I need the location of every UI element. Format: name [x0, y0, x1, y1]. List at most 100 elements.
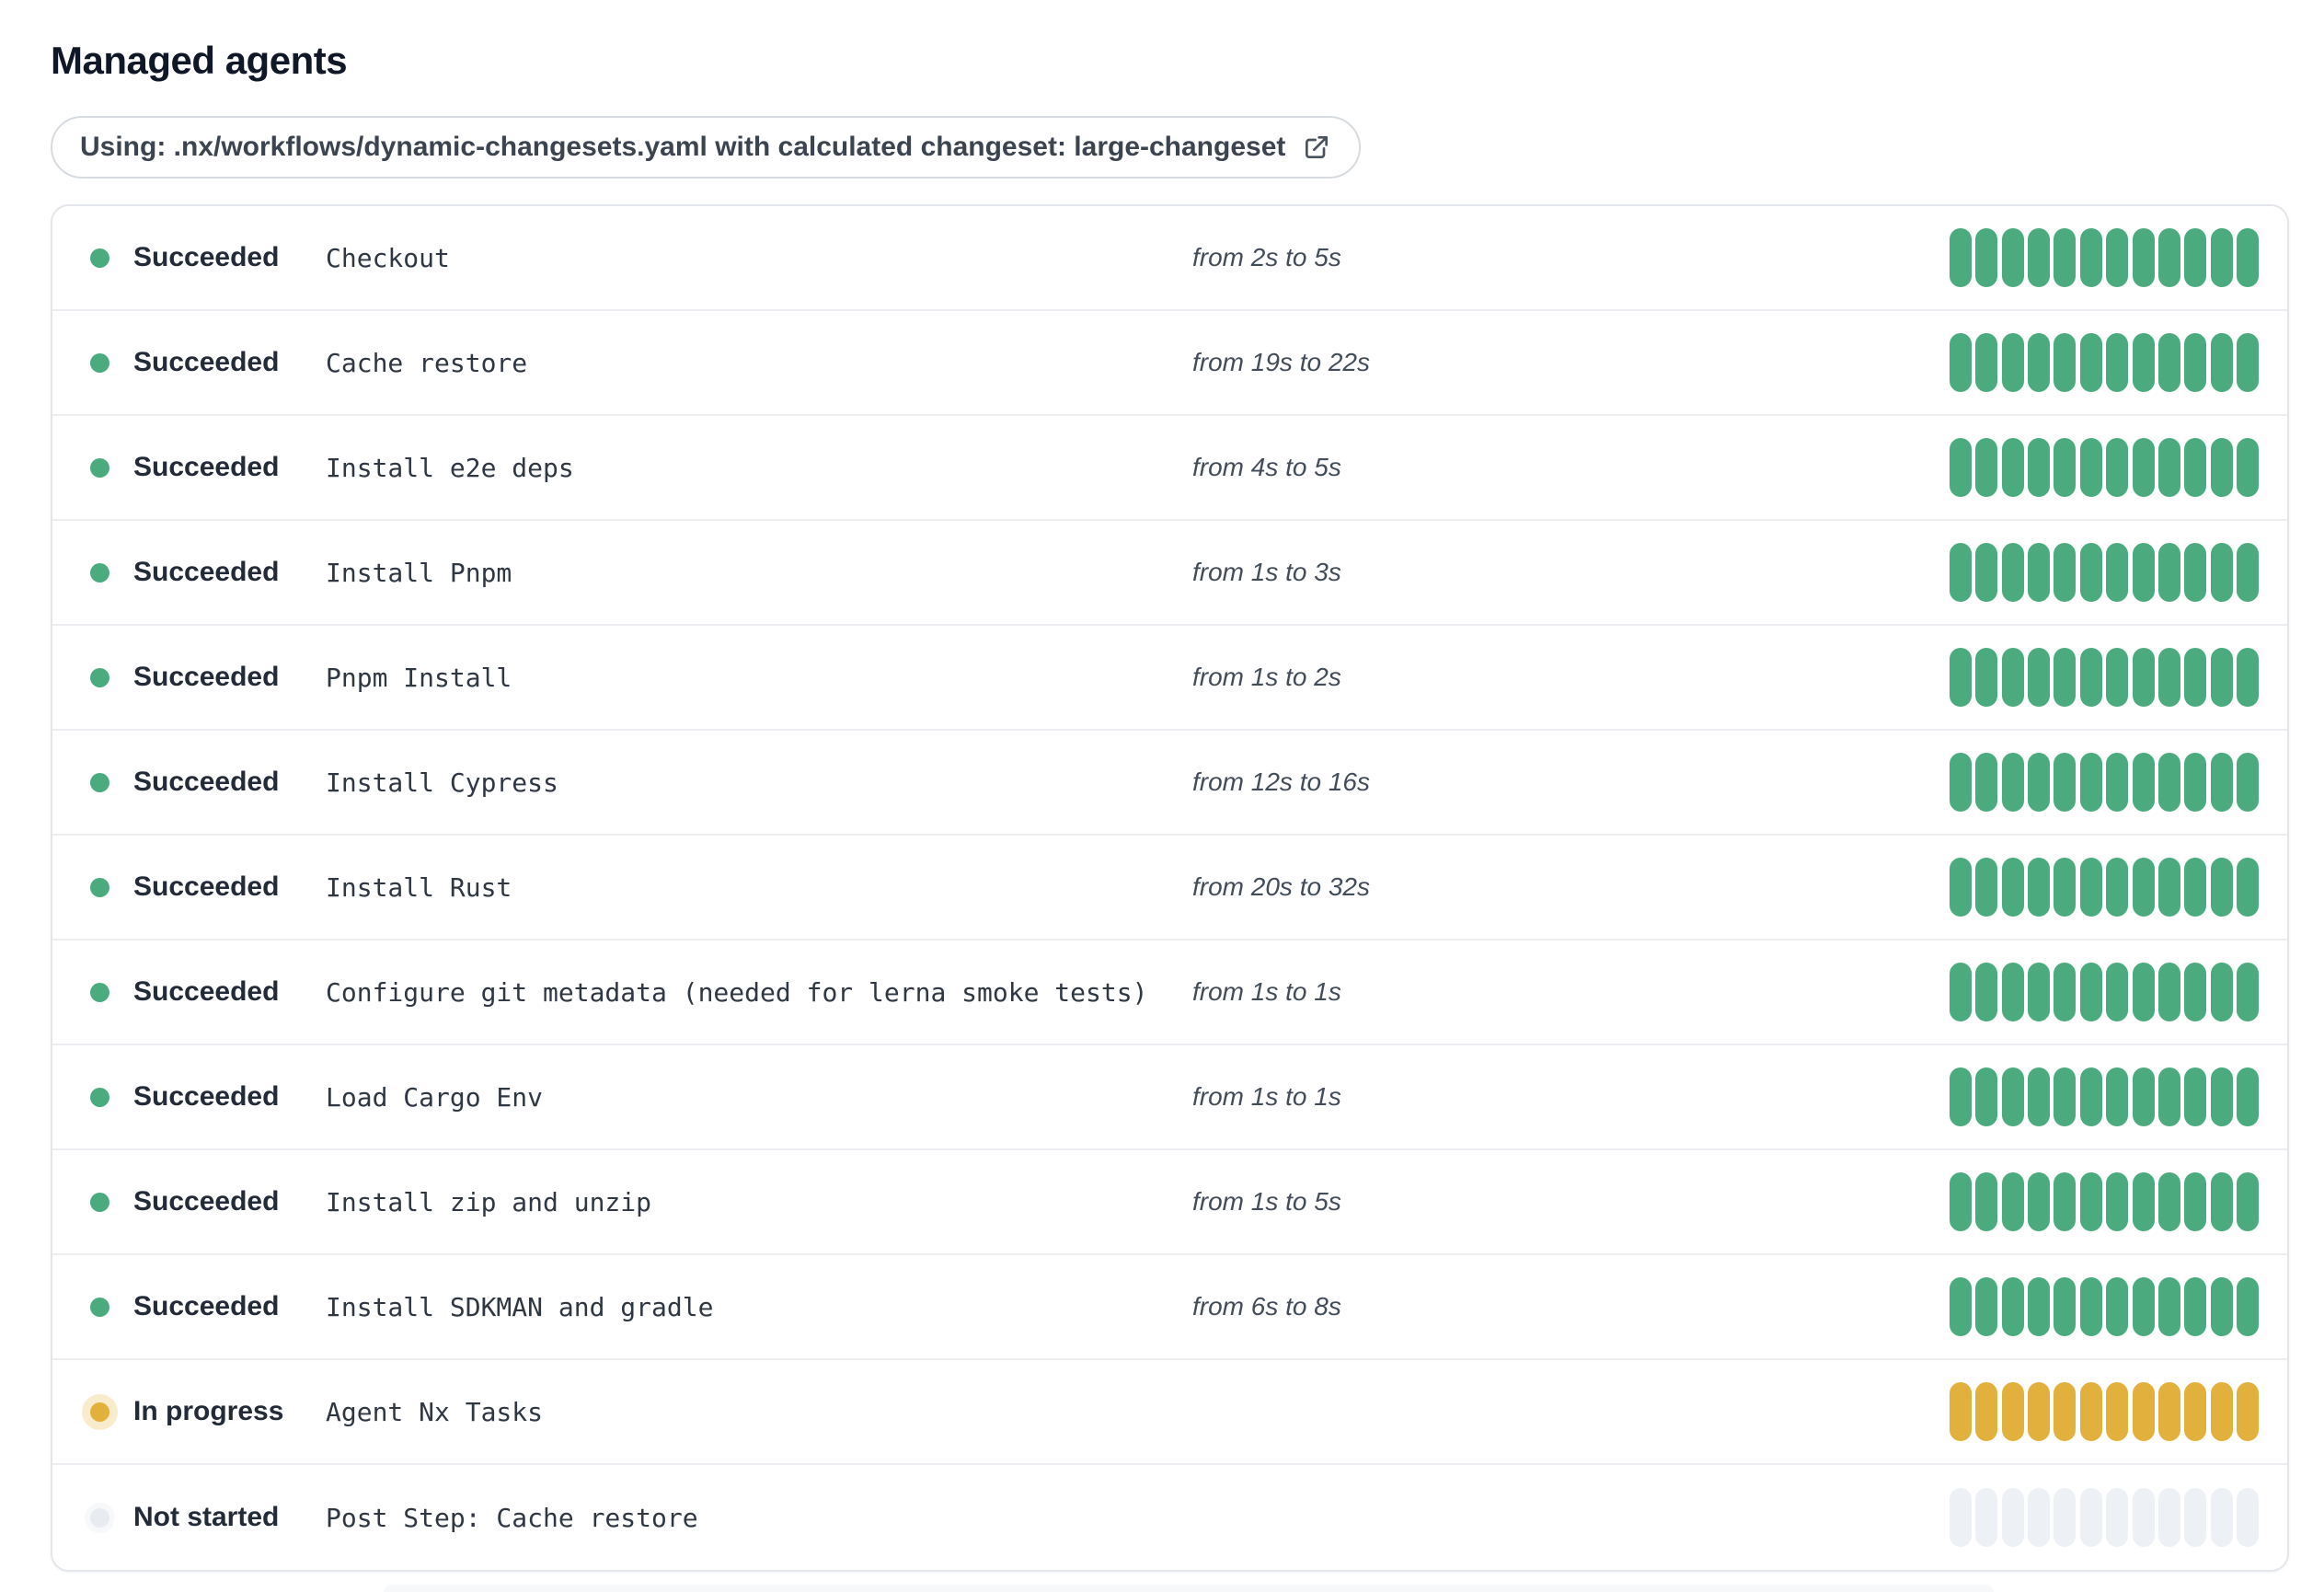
- agent-segment[interactable]: [2184, 228, 2207, 287]
- agent-segment[interactable]: [2054, 228, 2077, 287]
- agent-segment[interactable]: [2001, 1488, 2024, 1547]
- agent-segment[interactable]: [2236, 1067, 2259, 1126]
- agent-segment[interactable]: [1950, 1172, 1972, 1231]
- agent-segment[interactable]: [2157, 1172, 2180, 1231]
- agent-segment[interactable]: [2079, 1067, 2102, 1126]
- agent-segment[interactable]: [2157, 438, 2180, 497]
- agent-segment[interactable]: [2210, 963, 2233, 1021]
- agent-segment[interactable]: [2210, 543, 2233, 602]
- agent-segment[interactable]: [2132, 228, 2155, 287]
- agent-segment[interactable]: [2184, 648, 2207, 707]
- agent-segment[interactable]: [2157, 648, 2180, 707]
- agent-segment[interactable]: [2157, 858, 2180, 917]
- agent-segment[interactable]: [2132, 1067, 2155, 1126]
- agent-segment[interactable]: [2028, 648, 2051, 707]
- agent-segment[interactable]: [1975, 1277, 1998, 1336]
- agent-segment[interactable]: [2054, 1172, 2077, 1231]
- agent-segment[interactable]: [2132, 543, 2155, 602]
- agent-segment[interactable]: [2054, 858, 2077, 917]
- agent-segment[interactable]: [1975, 1382, 1998, 1441]
- agent-step-row[interactable]: Succeeded Install zip and unzip from 1s …: [52, 1150, 2287, 1255]
- agent-segment[interactable]: [2210, 1172, 2233, 1231]
- agent-segment[interactable]: [2079, 543, 2102, 602]
- agent-segment[interactable]: [1975, 228, 1998, 287]
- agent-segment[interactable]: [2106, 333, 2129, 392]
- agent-segment[interactable]: [2079, 1382, 2102, 1441]
- agent-segment[interactable]: [2079, 963, 2102, 1021]
- agent-segment[interactable]: [2132, 1488, 2155, 1547]
- agent-segment[interactable]: [2132, 753, 2155, 812]
- agent-segment[interactable]: [2001, 438, 2024, 497]
- agent-segment[interactable]: [2132, 1172, 2155, 1231]
- agent-segment[interactable]: [2184, 963, 2207, 1021]
- agent-segment[interactable]: [2028, 1172, 2051, 1231]
- agent-segment[interactable]: [2157, 1277, 2180, 1336]
- workflow-pill-link[interactable]: Using: .nx/workflows/dynamic-changesets.…: [51, 116, 1362, 179]
- agent-segment[interactable]: [2028, 963, 2051, 1021]
- agent-segment[interactable]: [2106, 1172, 2129, 1231]
- agent-segment[interactable]: [2236, 333, 2259, 392]
- agent-segment[interactable]: [2236, 438, 2259, 497]
- agent-step-row[interactable]: Succeeded Checkout from 2s to 5s: [52, 206, 2287, 311]
- agent-segment[interactable]: [1950, 753, 1972, 812]
- agent-segment[interactable]: [2210, 648, 2233, 707]
- agent-segment[interactable]: [2054, 1277, 2077, 1336]
- agent-segment[interactable]: [1975, 753, 1998, 812]
- agent-step-row[interactable]: Succeeded Pnpm Install from 1s to 2s: [52, 626, 2287, 731]
- agent-segment[interactable]: [2054, 963, 2077, 1021]
- agent-segment[interactable]: [2079, 753, 2102, 812]
- agent-segment[interactable]: [2054, 543, 2077, 602]
- agent-segment[interactable]: [1950, 543, 1972, 602]
- agent-segment[interactable]: [1975, 648, 1998, 707]
- agent-segment[interactable]: [2236, 543, 2259, 602]
- agent-segment[interactable]: [1975, 1172, 1998, 1231]
- agent-segment[interactable]: [2106, 438, 2129, 497]
- agent-segment[interactable]: [2106, 858, 2129, 917]
- agent-segment[interactable]: [2001, 1067, 2024, 1126]
- agent-segment[interactable]: [2236, 1277, 2259, 1336]
- agent-segment[interactable]: [2184, 1488, 2207, 1547]
- agent-segment[interactable]: [2001, 1277, 2024, 1336]
- agent-segment[interactable]: [2106, 228, 2129, 287]
- agent-segment[interactable]: [2210, 1382, 2233, 1441]
- agent-segment[interactable]: [2132, 1277, 2155, 1336]
- agent-segment[interactable]: [2157, 228, 2180, 287]
- agent-segment[interactable]: [2236, 648, 2259, 707]
- agent-segment[interactable]: [2079, 1172, 2102, 1231]
- agent-segment[interactable]: [1950, 1277, 1972, 1336]
- agent-segment[interactable]: [2001, 753, 2024, 812]
- agent-segment[interactable]: [2236, 1172, 2259, 1231]
- agent-segment[interactable]: [2054, 648, 2077, 707]
- agent-segment[interactable]: [1950, 963, 1972, 1021]
- agent-segment[interactable]: [2132, 963, 2155, 1021]
- agent-segment[interactable]: [2028, 1277, 2051, 1336]
- agent-segment[interactable]: [1950, 438, 1972, 497]
- agent-segment[interactable]: [1950, 1382, 1972, 1441]
- agent-segment[interactable]: [2184, 753, 2207, 812]
- agent-segment[interactable]: [2106, 753, 2129, 812]
- agent-segment[interactable]: [1975, 1488, 1998, 1547]
- agent-segment[interactable]: [2028, 333, 2051, 392]
- agent-segment[interactable]: [1950, 1488, 1972, 1547]
- agent-segment[interactable]: [2106, 1488, 2129, 1547]
- agent-segment[interactable]: [2184, 438, 2207, 497]
- agent-segment[interactable]: [2001, 543, 2024, 602]
- agent-segment[interactable]: [2106, 1067, 2129, 1126]
- agent-step-row[interactable]: Succeeded Configure git metadata (needed…: [52, 940, 2287, 1045]
- agent-step-row[interactable]: Succeeded Install Rust from 20s to 32s: [52, 836, 2287, 940]
- agent-segment[interactable]: [2079, 858, 2102, 917]
- agent-segment[interactable]: [2184, 333, 2207, 392]
- agent-segment[interactable]: [2001, 858, 2024, 917]
- agent-segment[interactable]: [2157, 1382, 2180, 1441]
- agent-segment[interactable]: [2054, 333, 2077, 392]
- agent-segment[interactable]: [2210, 1067, 2233, 1126]
- agent-segment[interactable]: [2079, 228, 2102, 287]
- agent-step-row[interactable]: Succeeded Install Pnpm from 1s to 3s: [52, 521, 2287, 626]
- agent-segment[interactable]: [2001, 648, 2024, 707]
- agent-segment[interactable]: [2210, 1277, 2233, 1336]
- agent-segment[interactable]: [2028, 1488, 2051, 1547]
- agent-segment[interactable]: [2054, 753, 2077, 812]
- agent-segment[interactable]: [1950, 648, 1972, 707]
- agent-segment[interactable]: [2106, 963, 2129, 1021]
- agent-segment[interactable]: [1950, 333, 1972, 392]
